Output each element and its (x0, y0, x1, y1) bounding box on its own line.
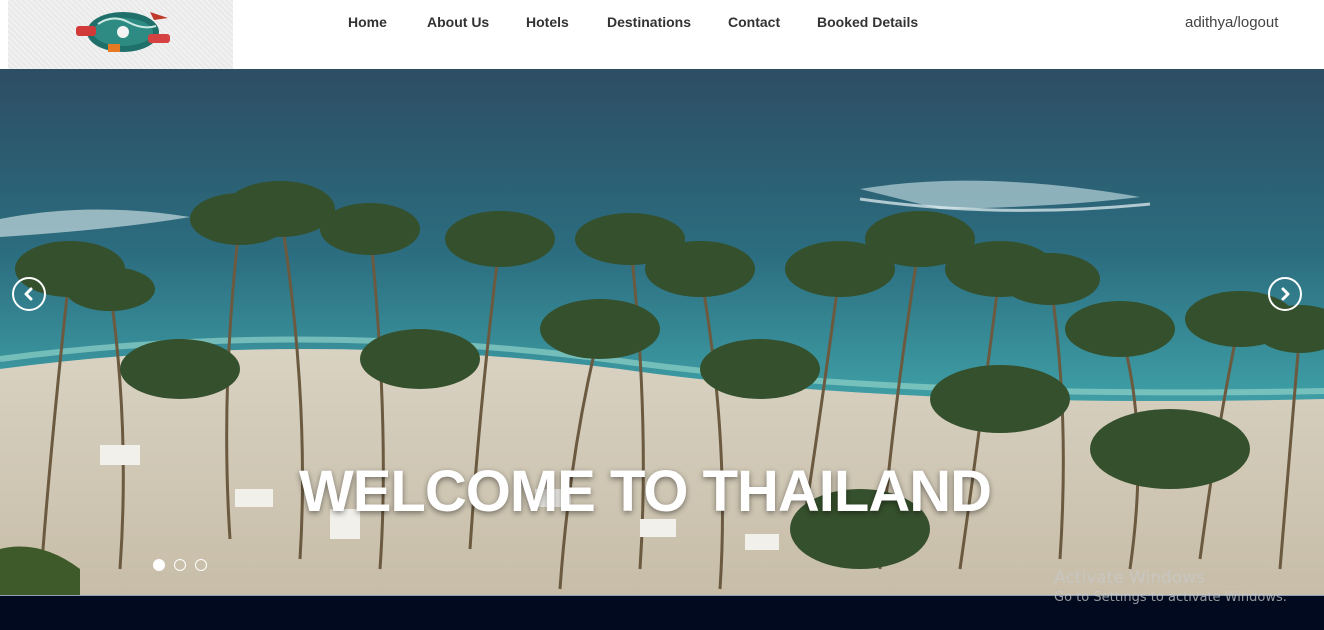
carousel-prev-button[interactable] (12, 277, 46, 311)
top-navbar: Home About Us Hotels Destinations Contac… (0, 0, 1324, 69)
chevron-left-icon (24, 287, 33, 301)
hero-carousel: WELCOME TO THAILAND (0, 69, 1324, 595)
nav-booked-details[interactable]: Booked Details (817, 14, 918, 30)
user-logout-link[interactable]: adithya/logout (1185, 14, 1278, 31)
nav-destinations[interactable]: Destinations (607, 14, 691, 30)
site-logo[interactable] (8, 0, 233, 69)
watermark-title: Activate Windows (1054, 568, 1205, 588)
carousel-next-button[interactable] (1268, 277, 1302, 311)
nav-home[interactable]: Home (348, 14, 387, 30)
nav-contact[interactable]: Contact (728, 14, 780, 30)
travel-globe-logo-icon (76, 12, 170, 52)
hero-title: WELCOME TO THAILAND (299, 459, 992, 524)
nav-hotels[interactable]: Hotels (526, 14, 569, 30)
chevron-right-icon (1281, 287, 1290, 301)
windows-activation-watermark: Activate Windows Go to Settings to activ… (1054, 568, 1287, 605)
watermark-subtitle: Go to Settings to activate Windows. (1054, 590, 1287, 605)
carousel-indicator-2[interactable] (174, 559, 186, 571)
carousel-indicator-3[interactable] (195, 559, 207, 571)
carousel-indicator-1[interactable] (153, 559, 165, 571)
nav-about-us[interactable]: About Us (427, 14, 489, 30)
